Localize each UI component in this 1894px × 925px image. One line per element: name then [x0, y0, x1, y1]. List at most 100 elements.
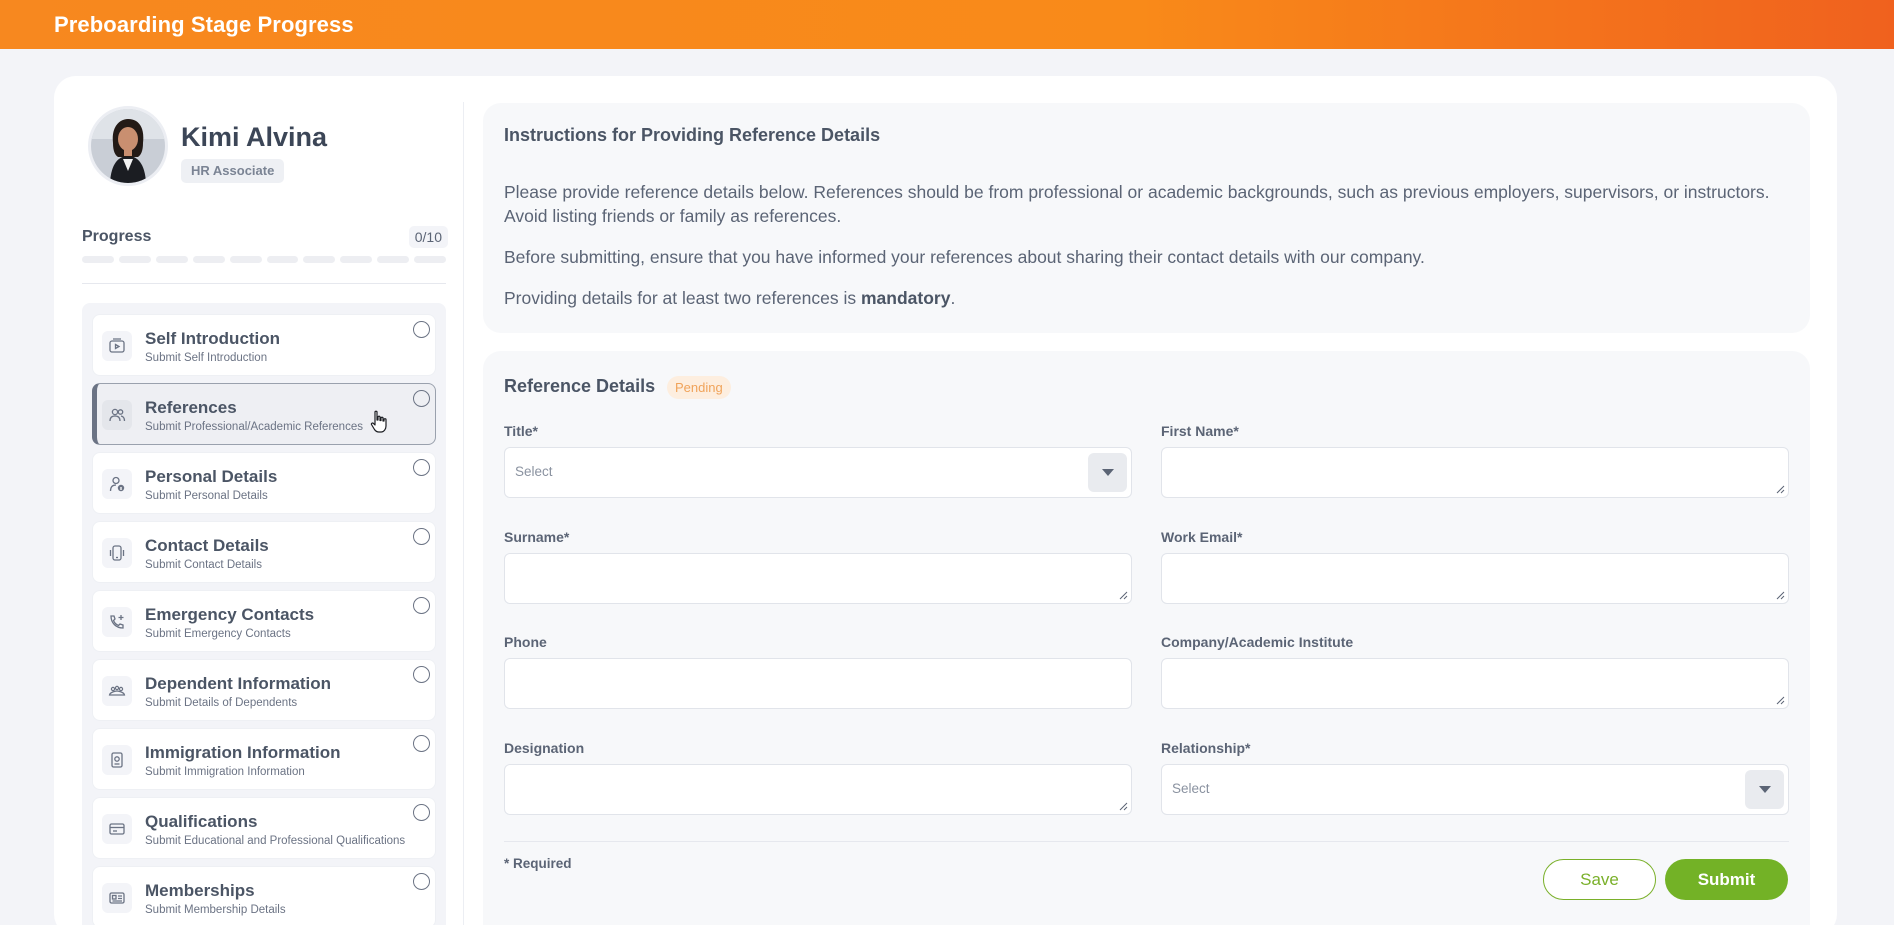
progress-segment [82, 256, 114, 263]
first-name-input[interactable] [1161, 447, 1789, 498]
field-label: Surname* [504, 529, 570, 545]
work-email-field: Work Email* [1161, 529, 1789, 604]
form-title: Reference Details [504, 376, 656, 396]
resize-handle-icon[interactable] [1776, 485, 1785, 494]
family-icon [102, 676, 132, 706]
step-title: Qualifications [145, 812, 258, 831]
field-label: Title* [504, 423, 538, 439]
passport-icon [102, 745, 132, 775]
chevron-down-icon[interactable] [1745, 770, 1784, 809]
profile-block: Kimi Alvina HR Associate [82, 102, 446, 192]
step-subtitle: Submit Personal Details [145, 490, 268, 502]
step-status-radio [413, 804, 430, 821]
save-button[interactable]: Save [1543, 859, 1656, 900]
step-status-radio [413, 459, 430, 476]
step-subtitle: Submit Details of Dependents [145, 697, 298, 709]
title-field: Title* Select [504, 423, 1132, 498]
chevron-down-icon[interactable] [1088, 453, 1127, 492]
resize-handle-icon[interactable] [1776, 591, 1785, 600]
progress-segment [155, 256, 188, 263]
step-subtitle: Submit Emergency Contacts [145, 628, 291, 640]
step-status-radio [413, 528, 430, 545]
step-subtitle: Submit Professional/Academic References [145, 421, 363, 433]
mobile-icon [102, 538, 132, 568]
step-subtitle: Submit Contact Details [145, 559, 262, 571]
step-title: Memberships [145, 881, 255, 900]
divider [504, 841, 1789, 842]
company-field: Company/Academic Institute [1161, 634, 1789, 709]
field-label: Designation [504, 740, 585, 756]
field-label: Work Email* [1161, 529, 1243, 545]
surname-field: Surname* [504, 529, 1132, 604]
company-input[interactable] [1161, 658, 1789, 709]
progress-segment [340, 256, 373, 263]
left-column: Kimi Alvina HR Associate Progress 0/10 S… [82, 102, 448, 925]
step-title: References [145, 398, 237, 417]
step-title: Emergency Contacts [145, 605, 315, 624]
select-placeholder: Select [1172, 781, 1210, 796]
step-emergency-contacts[interactable]: Emergency Contacts Submit Emergency Cont… [92, 590, 436, 652]
step-qualifications[interactable]: Qualifications Submit Educational and Pr… [92, 797, 436, 859]
divider [82, 283, 446, 284]
step-status-radio [413, 873, 430, 890]
phone-field: Phone [504, 634, 1132, 709]
field-label: First Name* [1161, 423, 1239, 439]
progress-segment [377, 256, 410, 263]
step-title: Self Introduction [145, 329, 281, 348]
resize-handle-icon[interactable] [1119, 591, 1128, 600]
employee-name: Kimi Alvina [181, 122, 328, 152]
step-title: Personal Details [145, 467, 278, 486]
relationship-select[interactable]: Select [1161, 764, 1789, 815]
resize-handle-icon[interactable] [1776, 696, 1785, 705]
field-label: Relationship* [1161, 740, 1251, 756]
step-subtitle: Submit Educational and Professional Qual… [145, 835, 406, 847]
designation-field: Designation [504, 740, 1132, 815]
page-title: Preboarding Stage Progress [54, 11, 354, 37]
surname-input[interactable] [504, 553, 1132, 604]
video-icon [102, 331, 132, 361]
step-memberships[interactable]: Memberships Submit Membership Details [92, 866, 436, 925]
step-immigration-information[interactable]: Immigration Information Submit Immigrati… [92, 728, 436, 790]
step-personal-details[interactable]: Personal Details Submit Personal Details [92, 452, 436, 514]
user-info-icon [102, 469, 132, 499]
progress-segment [192, 256, 225, 263]
steps-list: Self Introduction Submit Self Introducti… [82, 303, 446, 925]
step-status-radio [413, 666, 430, 683]
work-email-input[interactable] [1161, 553, 1789, 604]
step-contact-details[interactable]: Contact Details Submit Contact Details [92, 521, 436, 583]
phone-input[interactable] [504, 658, 1132, 709]
instructions-text: Providing details for at least two refer… [504, 288, 861, 308]
status-badge: Pending [667, 376, 731, 399]
step-subtitle: Submit Immigration Information [145, 766, 305, 778]
designation-input[interactable] [504, 764, 1132, 815]
step-title: Dependent Information [145, 674, 332, 693]
step-status-radio [413, 321, 430, 338]
required-note: * Required [504, 856, 572, 871]
first-name-field: First Name* [1161, 423, 1789, 498]
step-subtitle: Submit Membership Details [145, 904, 286, 916]
step-status-radio [413, 597, 430, 614]
membership-card-icon [102, 883, 132, 913]
instructions-title: Instructions for Providing Reference Det… [504, 125, 881, 145]
users-icon [102, 400, 132, 430]
step-title: Immigration Information [145, 743, 341, 762]
certificate-icon [102, 814, 132, 844]
avatar [88, 106, 168, 186]
field-label: Company/Academic Institute [1161, 634, 1354, 650]
progress-segment [303, 256, 336, 263]
progress-segment [229, 256, 262, 263]
main-card: Kimi Alvina HR Associate Progress 0/10 S… [54, 76, 1837, 925]
progress-count: 0/10 [408, 226, 448, 248]
instructions-paragraph: Before submitting, ensure that you have … [504, 247, 1425, 267]
step-dependent-information[interactable]: Dependent Information Submit Details of … [92, 659, 436, 721]
step-self-introduction[interactable]: Self Introduction Submit Self Introducti… [92, 314, 436, 376]
select-placeholder: Select [515, 464, 553, 479]
hand-cursor-icon [370, 410, 387, 433]
progress-segment [414, 256, 447, 263]
step-status-radio [413, 735, 430, 752]
submit-button[interactable]: Submit [1665, 859, 1788, 900]
phone-plus-icon [102, 607, 132, 637]
role-badge: HR Associate [181, 159, 285, 183]
title-select[interactable]: Select [504, 447, 1132, 498]
resize-handle-icon[interactable] [1119, 802, 1128, 811]
